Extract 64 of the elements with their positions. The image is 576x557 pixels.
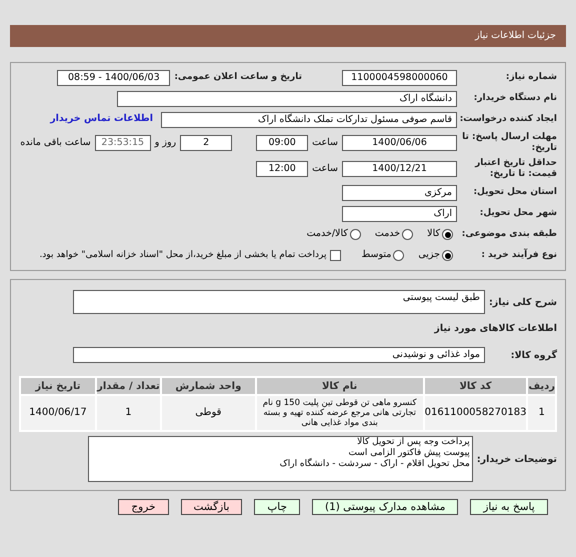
days-label: روز و: [154, 136, 176, 150]
table-cell: 0161100058270183: [424, 395, 528, 431]
action-button[interactable]: پاسخ به نیاز: [470, 499, 548, 515]
field-label: توضیحات خریدار:: [476, 454, 557, 464]
radio-selected[interactable]: [442, 229, 453, 240]
field-label: تاریخ و ساعت اعلان عمومی:: [174, 72, 302, 83]
table-cell: 1: [527, 395, 556, 431]
action-button[interactable]: چاپ: [254, 499, 300, 515]
radio[interactable]: [350, 229, 361, 240]
column-header: کد کالا: [424, 377, 528, 395]
option-label: خدمت: [374, 227, 400, 242]
remaining-label: ساعت باقی مانده: [20, 136, 91, 150]
radio-selected[interactable]: [442, 250, 453, 261]
column-header: واحد شمارش: [161, 377, 256, 395]
field-label: مهلت ارسال پاسخ: تا تاریخ:: [461, 132, 557, 154]
option-label: کالا/خدمت: [306, 227, 348, 242]
field-label: نوع فرآیند خرید :: [480, 250, 557, 261]
text-field[interactable]: 1400/06/06: [342, 135, 457, 151]
description-field[interactable]: طبق لیست پیوستی: [73, 290, 485, 314]
column-header: تاریخ نیاز: [20, 377, 96, 395]
field-label: شرح کلی نیاز:: [488, 296, 557, 308]
field-label: شهر محل تحویل:: [478, 208, 557, 219]
option-label: جزیی: [418, 248, 440, 262]
days-field[interactable]: 2: [180, 135, 232, 151]
action-button[interactable]: بازگشت: [180, 499, 242, 515]
table-cell: 1400/06/17: [20, 395, 96, 431]
text-field[interactable]: قاسم صوفی مسئول تدارکات تملک دانشگاه اراک: [161, 112, 457, 128]
field-label: حداقل تاریخ اعتبار قیمت: تا تاریخ:: [474, 158, 557, 180]
field-label: استان محل تحویل:: [472, 187, 557, 198]
text-field[interactable]: 09:00: [256, 135, 308, 151]
checkbox[interactable]: [330, 250, 342, 261]
field-label: ایجاد کننده درخواست:: [458, 114, 557, 125]
text-field[interactable]: دانشگاه اراک: [117, 90, 457, 106]
text-field[interactable]: 12:00: [256, 161, 308, 177]
radio[interactable]: [393, 250, 404, 261]
column-header: ردیف: [527, 377, 556, 395]
page-header: جزئیات اطلاعات نیاز: [10, 25, 566, 47]
time-label: ساعت: [312, 162, 338, 176]
text-field[interactable]: 1100004598000060: [342, 70, 457, 86]
buyer-contact-link[interactable]: اطلاعات تماس خریدار: [50, 112, 153, 127]
field-label: گروه کالا:: [510, 350, 557, 360]
text-field[interactable]: 1400/12/21: [342, 161, 457, 177]
text-field[interactable]: مرکزی: [342, 184, 457, 200]
table-cell: قوطی: [161, 395, 256, 431]
action-button[interactable]: مشاهده مدارک پیوستی (1): [312, 499, 458, 515]
field-label: طبقه بندی موضوعی:: [460, 229, 557, 240]
radio[interactable]: [402, 229, 414, 240]
buyer-notes-field[interactable]: پرداخت وجه پس از تحویل کالا پیوست پیش فاکتور الزامی است محل تحویل اقلام - اراک - سردشت - دانشگاه اراک: [88, 436, 473, 482]
table-cell: کنسرو ماهی تن قوطی تین پلیت 150 g نام تجارتی هانی مرجع عرضه کننده تهیه و بسته بندی مواد غذایی هانی: [256, 395, 424, 431]
text-field[interactable]: 1400/06/03 - 08:59: [57, 70, 170, 86]
option-label: کالا: [427, 227, 440, 242]
text-field[interactable]: اراک: [342, 206, 457, 222]
time-label: ساعت: [312, 136, 338, 150]
option-label: متوسط: [361, 248, 392, 262]
field-label: نام دستگاه خریدار:: [472, 93, 557, 104]
countdown-field[interactable]: 23:53:15: [94, 135, 151, 151]
column-header: تعداد / مقدار: [96, 377, 162, 395]
field-label: شماره نیاز:: [504, 72, 557, 83]
section-title: اطلاعات کالاهای مورد نیاز: [434, 322, 557, 336]
text-field[interactable]: مواد غذائی و نوشیدنی: [73, 347, 485, 363]
payment-note: پرداخت تمام یا بخشی از مبلغ خرید،از محل "اسناد خزانه اسلامی" خواهد بود.: [39, 248, 326, 262]
table-cell: 1: [96, 395, 162, 431]
action-button[interactable]: خروج: [118, 499, 168, 515]
column-header: نام کالا: [256, 377, 424, 395]
